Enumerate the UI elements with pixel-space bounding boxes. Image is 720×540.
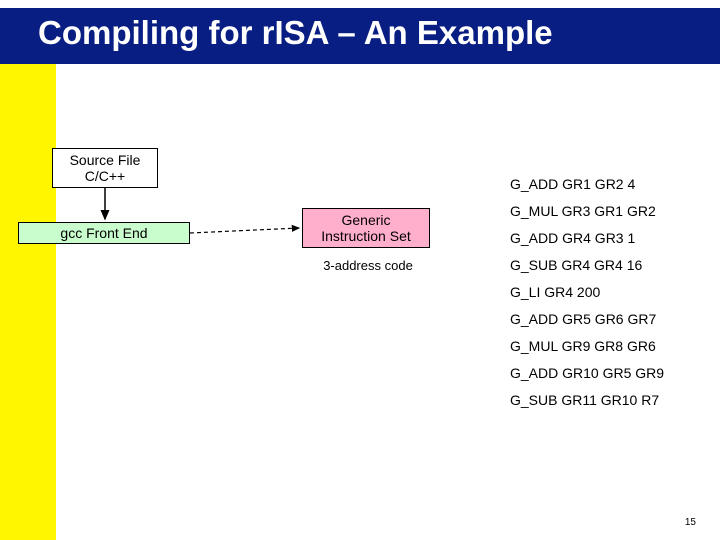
box-gcc-label: gcc Front End	[60, 225, 147, 241]
caption-3-address-code: 3-address code	[312, 258, 424, 273]
instruction-line: G_ADD GR10 GR5 GR9	[510, 365, 710, 381]
instruction-line: G_SUB GR4 GR4 16	[510, 257, 710, 273]
page-number: 15	[685, 517, 696, 528]
sidebar-yellow	[0, 64, 56, 540]
box-source-line1: Source File	[70, 152, 141, 168]
slide: Compiling for rISA – An Example Source F…	[0, 0, 720, 540]
page-title: Compiling for rISA – An Example	[38, 14, 553, 52]
instruction-line: G_ADD GR4 GR3 1	[510, 230, 710, 246]
instruction-listing: G_ADD GR1 GR2 4 G_MUL GR3 GR1 GR2 G_ADD …	[510, 176, 710, 419]
box-instr-line2: Instruction Set	[321, 228, 411, 244]
box-source-file: Source File C/C++	[52, 148, 158, 188]
instruction-line: G_MUL GR3 GR1 GR2	[510, 203, 710, 219]
box-source-line2: C/C++	[85, 168, 125, 184]
instruction-line: G_ADD GR5 GR6 GR7	[510, 311, 710, 327]
instruction-line: G_SUB GR11 GR10 R7	[510, 392, 710, 408]
box-generic-instruction-set: Generic Instruction Set	[302, 208, 430, 248]
instruction-line: G_ADD GR1 GR2 4	[510, 176, 710, 192]
box-gcc-front-end: gcc Front End	[18, 222, 190, 244]
instruction-line: G_LI GR4 200	[510, 284, 710, 300]
box-instr-line1: Generic	[341, 212, 390, 228]
instruction-line: G_MUL GR9 GR8 GR6	[510, 338, 710, 354]
